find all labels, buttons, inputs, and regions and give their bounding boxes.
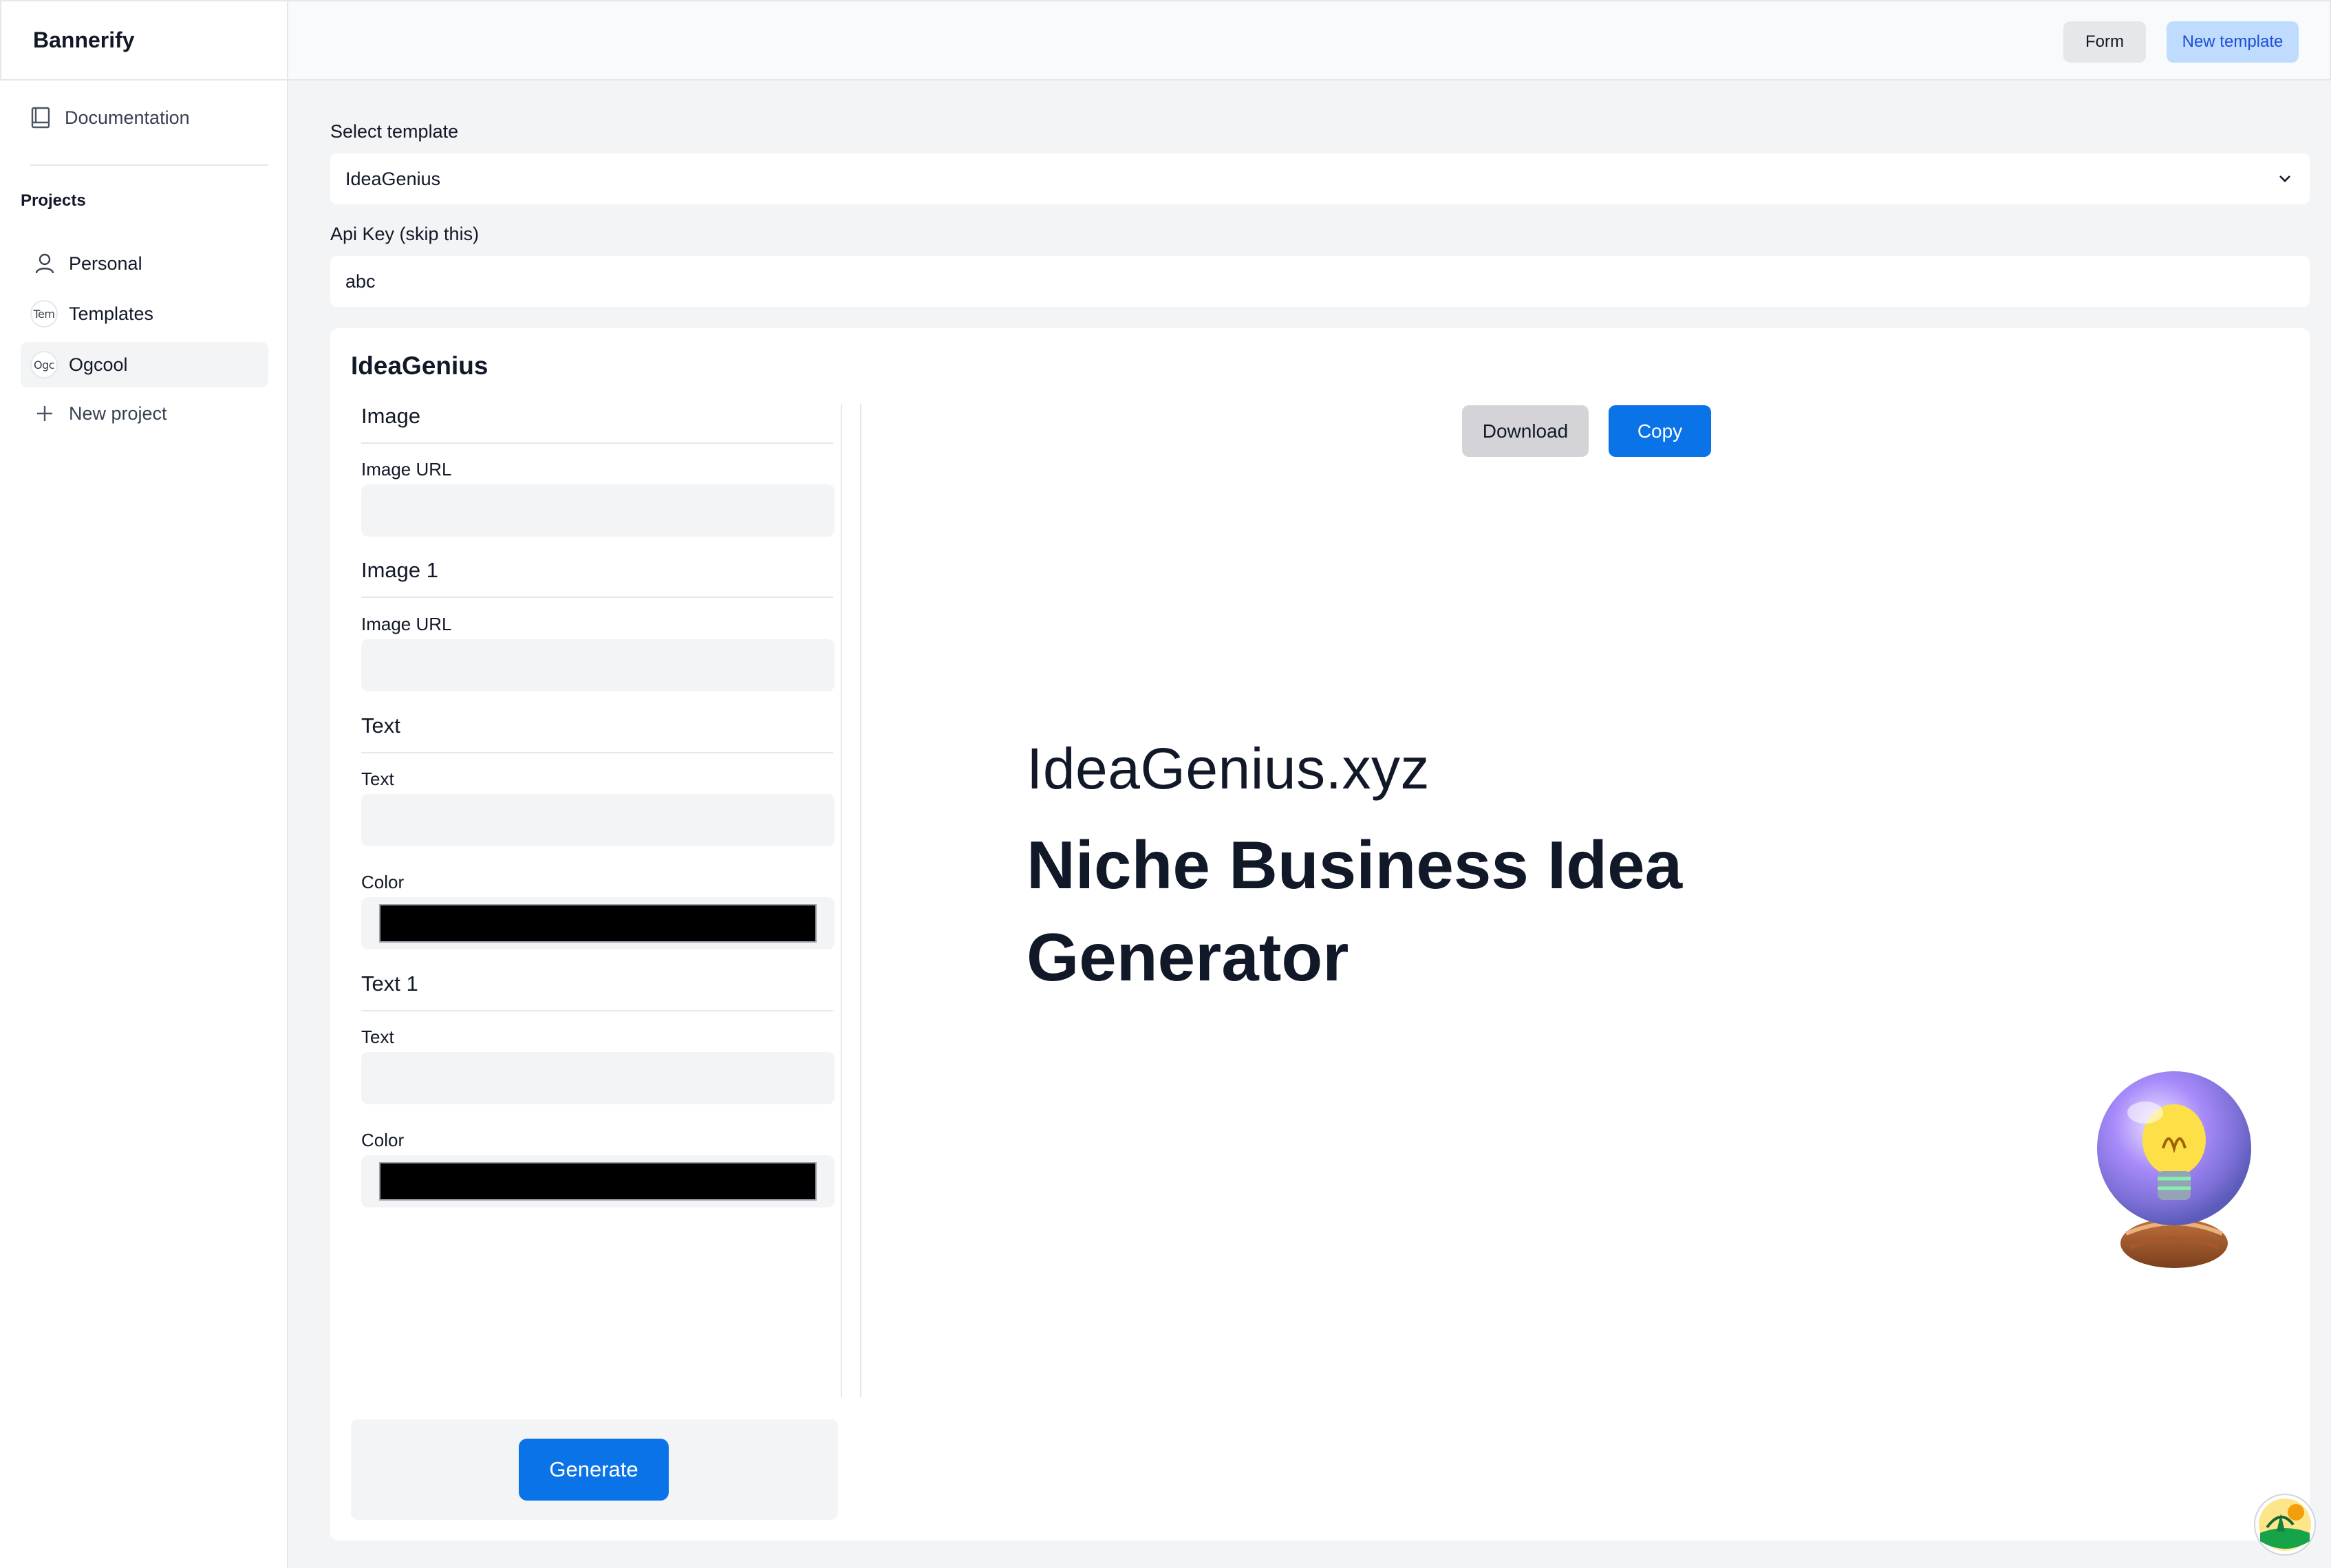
section-divider — [361, 1010, 833, 1011]
template-card: IdeaGenius Image Image URL Image 1 Image… — [330, 328, 2310, 1540]
download-button[interactable]: Download — [1462, 405, 1589, 457]
color-swatch — [379, 904, 817, 943]
image-url-input[interactable] — [361, 484, 835, 537]
section-title-text-1: Text 1 — [361, 971, 418, 996]
text-1-color-picker[interactable] — [361, 1155, 835, 1207]
sidebar-divider — [30, 164, 268, 166]
preview-domain-text: IdeaGenius.xyz — [1027, 736, 1430, 801]
api-key-input[interactable]: abc — [330, 256, 2310, 307]
text-1-label: Text — [361, 1027, 394, 1047]
user-icon — [30, 249, 59, 278]
form-button[interactable]: Form — [2063, 21, 2146, 63]
crystal-ball-lightbulb-icon — [2097, 1071, 2251, 1268]
sidebar-item-label: Documentation — [65, 107, 190, 128]
sidebar: Bannerify Documentation Projects Persona… — [0, 0, 288, 1568]
image-1-url-label: Image URL — [361, 614, 452, 634]
text-color-label: Color — [361, 872, 405, 892]
sidebar-item-templates[interactable]: Tem Templates — [21, 291, 268, 336]
brand-bar: Bannerify — [0, 0, 287, 80]
image-1-url-input[interactable] — [361, 639, 835, 691]
sidebar-item-label: Templates — [69, 303, 154, 324]
text-color-picker[interactable] — [361, 897, 835, 949]
project-badge: Tem — [30, 300, 58, 327]
api-key-value: abc — [345, 270, 376, 292]
select-template-label: Select template — [330, 121, 459, 142]
generate-button[interactable]: Generate — [519, 1439, 669, 1501]
plus-icon — [30, 399, 59, 428]
new-project-label: New project — [69, 402, 167, 424]
sidebar-item-personal[interactable]: Personal — [21, 241, 268, 286]
sidebar-item-ogcool[interactable]: Ogc Ogcool — [21, 342, 268, 387]
chevron-down-icon — [2279, 175, 2290, 182]
text-label: Text — [361, 769, 394, 789]
brand-logo-text[interactable]: Bannerify — [33, 28, 135, 53]
section-title-image-1: Image 1 — [361, 558, 439, 582]
section-divider — [361, 597, 833, 598]
text-1-input[interactable] — [361, 1052, 835, 1104]
image-url-label: Image URL — [361, 459, 452, 480]
new-project-button[interactable]: New project — [21, 391, 268, 436]
text-1-color-label: Color — [361, 1130, 405, 1150]
fields-panel[interactable]: Image Image URL Image 1 Image URL Text T… — [351, 404, 861, 1397]
projects-heading: Projects — [21, 191, 86, 210]
sidebar-item-label: Personal — [69, 253, 142, 274]
section-title-text: Text — [361, 713, 400, 738]
card-title: IdeaGenius — [351, 352, 488, 380]
text-input[interactable] — [361, 794, 835, 846]
template-select-value: IdeaGenius — [345, 168, 441, 189]
preview-headline-text: Niche Business Idea Generator — [1027, 827, 1683, 995]
sidebar-item-label: Ogcool — [69, 354, 128, 375]
book-icon — [31, 107, 50, 129]
panel-scrollbar[interactable] — [841, 404, 842, 1397]
section-divider — [361, 752, 833, 753]
template-select[interactable]: IdeaGenius — [330, 153, 2310, 204]
section-divider — [361, 442, 833, 444]
sidebar-item-documentation[interactable]: Documentation — [30, 107, 190, 129]
topbar: Form New template — [288, 0, 2331, 80]
project-badge: Ogc — [30, 351, 58, 378]
color-swatch — [379, 1162, 817, 1201]
copy-button[interactable]: Copy — [1609, 405, 1711, 457]
section-title-image: Image — [361, 404, 421, 428]
new-template-button[interactable]: New template — [2167, 21, 2299, 63]
generate-panel: Generate — [351, 1419, 838, 1520]
api-key-label: Api Key (skip this) — [330, 224, 480, 244]
assistant-avatar-icon[interactable] — [2253, 1493, 2317, 1556]
